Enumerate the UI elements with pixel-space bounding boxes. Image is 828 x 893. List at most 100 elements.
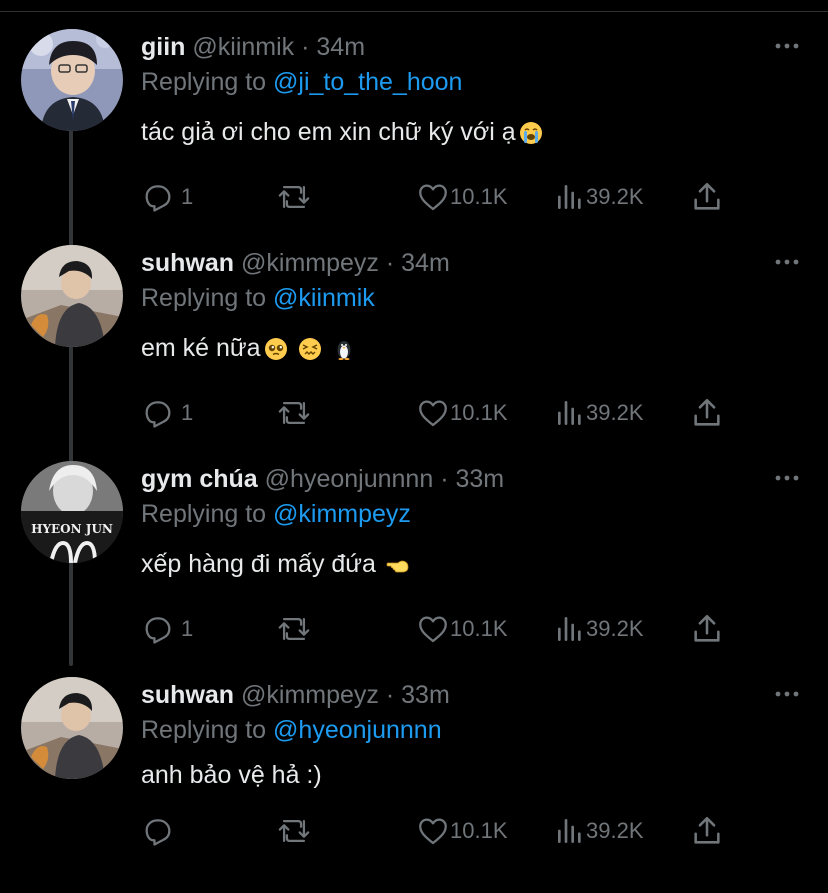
- tweet-header: suhwan @kimmpeyz · 34m: [141, 246, 450, 280]
- display-name[interactable]: suhwan: [141, 249, 234, 277]
- like-button[interactable]: 10.1K: [416, 177, 508, 217]
- top-divider: [0, 0, 828, 12]
- more-options-icon[interactable]: [774, 255, 800, 269]
- replying-to: Replying to @ji_to_the_hoon: [141, 65, 462, 99]
- confounded-face-emoji: [298, 338, 321, 361]
- avatar-image: [21, 29, 123, 131]
- separator-dot: ·: [440, 465, 449, 493]
- backhand-index-pointing-left-emoji: [386, 560, 409, 573]
- reply-icon: [145, 617, 171, 644]
- timestamp[interactable]: 33m: [401, 681, 450, 709]
- tweet-text: anh bảo vệ hả :): [141, 758, 322, 792]
- replying-to: Replying to @kimmpeyz: [141, 497, 411, 531]
- more-options-icon[interactable]: [774, 687, 800, 701]
- views-count: 39.2K: [586, 616, 644, 641]
- more-options-icon[interactable]: [774, 39, 800, 53]
- like-icon: [419, 400, 447, 427]
- reply-count: 1: [181, 184, 194, 209]
- tweet-2[interactable]: suhwan @kimmpeyz · 34m Replying to @kiin…: [0, 245, 828, 461]
- separator-dot: ·: [385, 681, 395, 709]
- like-icon: [419, 184, 447, 211]
- more-options-icon[interactable]: [774, 471, 800, 485]
- replying-to: Replying to @kiinmik: [141, 281, 375, 315]
- views-count: 39.2K: [586, 184, 644, 209]
- retweet-button[interactable]: [276, 609, 312, 649]
- display-name[interactable]: suhwan: [141, 681, 234, 709]
- share-icon: [694, 398, 720, 426]
- share-button[interactable]: [690, 177, 724, 217]
- like-button[interactable]: 10.1K: [416, 393, 508, 433]
- tweet-text: em ké nữa: [141, 331, 356, 365]
- share-icon: [694, 182, 720, 210]
- retweet-icon: [278, 819, 310, 843]
- replying-to-label: Replying to: [141, 284, 267, 312]
- reply-icon: [145, 819, 171, 846]
- avatar[interactable]: HYEON JUN: [21, 461, 123, 563]
- mention-link[interactable]: @ji_to_the_hoon: [273, 68, 462, 96]
- handle[interactable]: @hyeonjunnnn: [265, 465, 434, 493]
- retweet-icon: [278, 401, 310, 425]
- avatar[interactable]: [21, 29, 123, 131]
- avatar-caption: HYEON JUN: [31, 522, 113, 536]
- tweet-header: gym chúa @hyeonjunnnn · 33m: [141, 462, 504, 496]
- handle[interactable]: @kimmpeyz: [241, 681, 379, 709]
- like-count: 10.1K: [450, 184, 508, 209]
- avatar-image: [21, 677, 123, 779]
- action-bar: 1 10.1K 39.2K: [0, 177, 828, 217]
- mention-link[interactable]: @kiinmik: [273, 284, 375, 312]
- retweet-button[interactable]: [276, 177, 312, 217]
- retweet-icon: [278, 185, 310, 209]
- views-button[interactable]: 39.2K: [554, 609, 644, 649]
- avatar[interactable]: [21, 677, 123, 779]
- tweet-1[interactable]: giin @kiinmik · 34m Replying to @ji_to_t…: [0, 29, 828, 245]
- separator-dot: ·: [301, 33, 310, 61]
- reply-icon: [145, 185, 171, 212]
- reply-button[interactable]: 1: [141, 177, 193, 217]
- timestamp[interactable]: 34m: [316, 33, 365, 61]
- like-count: 10.1K: [450, 400, 508, 425]
- mention-link[interactable]: @hyeonjunnnn: [273, 716, 442, 744]
- views-button[interactable]: 39.2K: [554, 393, 644, 433]
- handle[interactable]: @kimmpeyz: [241, 249, 379, 277]
- like-button[interactable]: 10.1K: [416, 811, 508, 851]
- timestamp[interactable]: 33m: [455, 465, 504, 493]
- retweet-button[interactable]: [276, 393, 312, 433]
- like-icon: [419, 818, 447, 845]
- avatar[interactable]: [21, 245, 123, 347]
- views-button[interactable]: 39.2K: [554, 177, 644, 217]
- share-icon: [694, 816, 720, 844]
- mention-link[interactable]: @kimmpeyz: [273, 500, 411, 528]
- reply-button[interactable]: [141, 811, 181, 851]
- penguin-emoji: [337, 341, 351, 361]
- display-name[interactable]: giin: [141, 33, 185, 61]
- loudly-crying-face-emoji: [519, 122, 542, 145]
- tweet-text: tác giả ơi cho em xin chữ ký với ạ: [141, 115, 543, 149]
- timestamp[interactable]: 34m: [401, 249, 450, 277]
- like-button[interactable]: 10.1K: [416, 609, 508, 649]
- reply-count: 1: [181, 616, 194, 641]
- tweet-text: xếp hàng đi mấy đứa: [141, 547, 410, 581]
- share-button[interactable]: [690, 393, 724, 433]
- tweet-4[interactable]: suhwan @kimmpeyz · 33m Replying to @hyeo…: [0, 677, 828, 893]
- replying-to-label: Replying to: [141, 68, 267, 96]
- share-button[interactable]: [690, 811, 724, 851]
- tweet-header: suhwan @kimmpeyz · 33m: [141, 678, 450, 712]
- like-count: 10.1K: [450, 616, 508, 641]
- tweet-text-content: xếp hàng đi mấy đứa: [141, 550, 376, 578]
- views-button[interactable]: 39.2K: [554, 811, 644, 851]
- replying-to: Replying to @hyeonjunnnn: [141, 713, 442, 747]
- views-icon: [558, 617, 581, 641]
- display-name[interactable]: gym chúa: [141, 465, 258, 493]
- like-icon: [419, 616, 447, 643]
- tweet-text-content: anh bảo vệ hả :): [141, 761, 322, 789]
- share-button[interactable]: [690, 609, 724, 649]
- avatar-image: HYEON JUN: [21, 461, 123, 563]
- reply-button[interactable]: 1: [141, 393, 193, 433]
- tweet-3[interactable]: HYEON JUN gym chúa @hyeonjunnnn · 33m Re…: [0, 461, 828, 677]
- tweet-header: giin @kiinmik · 34m: [141, 30, 365, 64]
- reply-button[interactable]: 1: [141, 609, 193, 649]
- retweet-icon: [278, 617, 310, 641]
- handle[interactable]: @kiinmik: [192, 33, 294, 61]
- reply-icon: [145, 401, 171, 428]
- retweet-button[interactable]: [276, 811, 312, 851]
